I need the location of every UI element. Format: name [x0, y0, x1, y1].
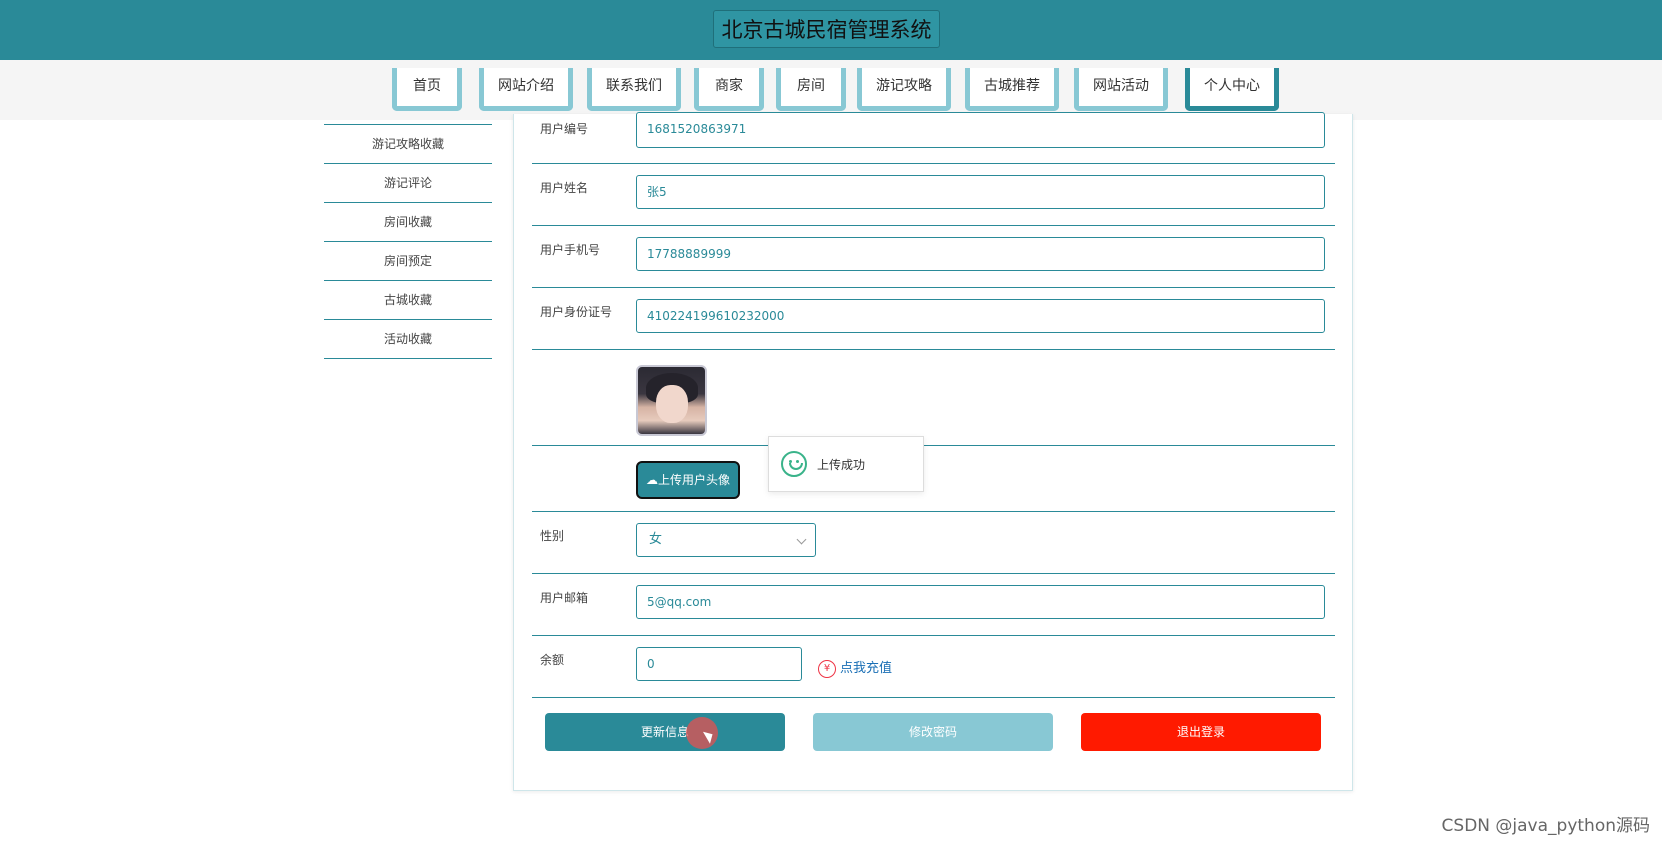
- nav-personal-center[interactable]: 个人中心: [1185, 68, 1279, 111]
- nav-label: 网站活动: [1093, 78, 1149, 94]
- logout-button[interactable]: 退出登录: [1081, 713, 1321, 751]
- phone-label: 用户手机号: [540, 243, 601, 257]
- sidebar-item-room-booking[interactable]: 房间预定: [324, 242, 492, 281]
- yuan-icon: ¥: [818, 659, 836, 678]
- top-nav: 首页 网站介绍 联系我们 商家 房间 游记攻略 古城推荐 网站活动 个人中心: [0, 60, 1662, 120]
- nav-label: 房间: [797, 78, 825, 94]
- sidebar-item-guide-favorites[interactable]: 游记攻略收藏: [324, 124, 492, 164]
- sidebar-menu: 游记攻略收藏 游记评论 房间收藏 房间预定 古城收藏 活动收藏: [324, 124, 492, 359]
- watermark-text: CSDN @java_python源码: [1441, 816, 1650, 836]
- toast-message: 上传成功: [817, 458, 866, 472]
- nav-label: 古城推荐: [984, 78, 1040, 94]
- phone-input[interactable]: 17788889999: [636, 237, 1325, 271]
- form-row-gender: 性别 女: [532, 511, 1335, 574]
- id-card-label: 用户身份证号: [540, 305, 613, 319]
- nav-travel-guides[interactable]: 游记攻略: [857, 68, 951, 111]
- form-row-user-name: 用户姓名 张5: [532, 163, 1335, 226]
- nav-rooms[interactable]: 房间: [776, 68, 846, 111]
- nav-label: 游记攻略: [876, 78, 932, 94]
- sidebar-item-room-favorites[interactable]: 房间收藏: [324, 203, 492, 242]
- nav-ancient-city[interactable]: 古城推荐: [965, 68, 1059, 111]
- sidebar-item-city-favorites[interactable]: 古城收藏: [324, 281, 492, 320]
- balance-label: 余额: [540, 653, 565, 667]
- click-indicator: [686, 717, 718, 749]
- gender-select[interactable]: 女: [636, 523, 816, 557]
- smile-mouth: [789, 463, 803, 470]
- user-name-label: 用户姓名: [540, 181, 589, 195]
- email-label: 用户邮箱: [540, 591, 589, 605]
- form-row-user-id: 用户编号 1681520863971: [532, 112, 1335, 164]
- profile-panel: 用户编号 1681520863971 用户姓名 张5 用户手机号 1778888…: [513, 112, 1353, 791]
- nav-activities[interactable]: 网站活动: [1074, 68, 1168, 111]
- balance-input[interactable]: 0: [636, 647, 802, 681]
- smile-icon: [781, 451, 807, 477]
- nav-home[interactable]: 首页: [392, 68, 462, 111]
- app-header: 北京古城民宿管理系统: [0, 0, 1662, 60]
- site-title: 北京古城民宿管理系统: [713, 10, 940, 48]
- sidebar-item-activity-favorites[interactable]: 活动收藏: [324, 320, 492, 359]
- user-name-input[interactable]: 张5: [636, 175, 1325, 209]
- cloud-upload-icon: ☁: [645, 473, 658, 487]
- sidebar-item-guide-comments[interactable]: 游记评论: [324, 164, 492, 203]
- upload-success-toast: 上传成功: [768, 436, 924, 492]
- update-info-button[interactable]: 更新信息: [545, 713, 785, 751]
- nav-about[interactable]: 网站介绍: [479, 68, 573, 111]
- nav-label: 首页: [413, 78, 441, 94]
- change-password-button[interactable]: 修改密码: [813, 713, 1053, 751]
- email-input[interactable]: 5@qq.com: [636, 585, 1325, 619]
- recharge-link[interactable]: ¥ 点我充值: [818, 657, 892, 678]
- chevron-down-icon: [796, 534, 807, 545]
- avatar-face: [656, 385, 688, 423]
- nav-merchants[interactable]: 商家: [694, 68, 764, 111]
- form-row-phone: 用户手机号 17788889999: [532, 225, 1335, 288]
- nav-contact[interactable]: 联系我们: [587, 68, 681, 111]
- form-row-id-card: 用户身份证号 410224199610232000: [532, 287, 1335, 350]
- upload-avatar-button[interactable]: ☁上传用户头像: [636, 461, 740, 499]
- nav-label: 个人中心: [1204, 78, 1260, 94]
- update-info-label: 更新信息: [640, 725, 689, 739]
- form-row-balance: 余额 0 ¥ 点我充值: [532, 635, 1335, 698]
- recharge-label: 点我充值: [840, 661, 893, 676]
- user-id-input[interactable]: 1681520863971: [636, 112, 1325, 148]
- form-row-avatar: [532, 349, 1335, 446]
- form-row-email: 用户邮箱 5@qq.com: [532, 573, 1335, 636]
- upload-avatar-label: 上传用户头像: [657, 473, 730, 487]
- nav-label: 网站介绍: [498, 78, 554, 94]
- nav-label: 商家: [715, 78, 743, 94]
- nav-label: 联系我们: [606, 78, 662, 94]
- user-id-label: 用户编号: [540, 122, 589, 136]
- form-row-upload: ☁上传用户头像 上传成功: [532, 436, 1335, 512]
- gender-label: 性别: [540, 529, 565, 543]
- gender-selected-value: 女: [649, 532, 663, 547]
- id-card-input[interactable]: 410224199610232000: [636, 299, 1325, 333]
- user-avatar-image: [636, 365, 707, 436]
